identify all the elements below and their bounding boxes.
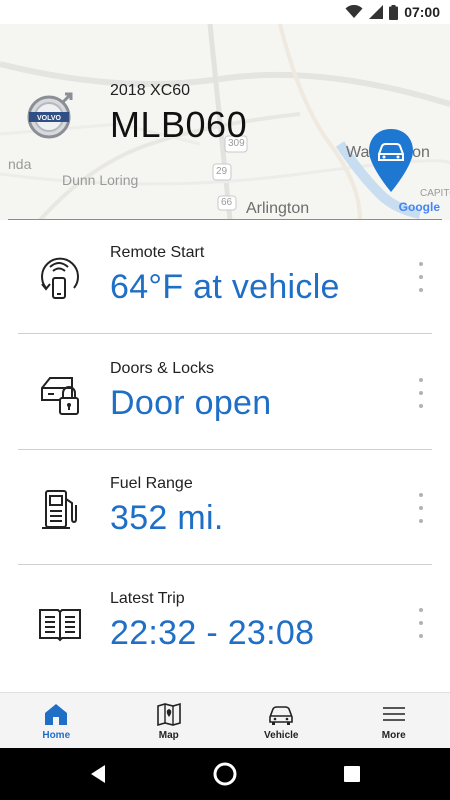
nav-map[interactable]: Map	[113, 693, 226, 748]
nav-vehicle[interactable]: Vehicle	[225, 693, 338, 748]
signal-icon	[369, 5, 384, 19]
home-icon	[45, 704, 68, 725]
map-label-capitol: CAPITO	[420, 188, 450, 199]
status-bar: 07:00	[0, 0, 450, 24]
vehicle-model: 2018 XC60	[110, 82, 191, 99]
menu-icon	[382, 707, 405, 721]
doors-locks-label: Doors & Locks	[110, 360, 215, 377]
wifi-icon	[345, 5, 363, 18]
battery-icon	[389, 4, 399, 20]
volvo-logo: VOLVO	[27, 92, 73, 139]
map-label-route-66: 66	[221, 197, 233, 208]
door-lock-icon	[41, 377, 79, 415]
doors-locks-more-button[interactable]	[414, 378, 428, 408]
fuel-range-card[interactable]: Fuel Range 352 mi.	[18, 451, 432, 565]
back-icon	[91, 765, 105, 783]
remote-start-label: Remote Start	[110, 244, 205, 261]
fuel-range-more-button[interactable]	[414, 493, 428, 523]
vehicle-location-pin-icon[interactable]	[368, 128, 414, 194]
latest-trip-more-button[interactable]	[414, 608, 428, 638]
latest-trip-card[interactable]: Latest Trip 22:32 - 23:08	[18, 566, 432, 680]
vehicle-plate: MLB060	[110, 104, 248, 145]
recents-icon	[344, 766, 360, 782]
nav-home-label: Home	[42, 730, 71, 741]
google-attribution: Google	[398, 200, 440, 214]
latest-trip-label: Latest Trip	[110, 590, 185, 607]
volvo-logo-text: VOLVO	[37, 115, 62, 122]
nav-more-label: More	[381, 730, 406, 741]
remote-start-card[interactable]: Remote Start 64°F at vehicle	[18, 220, 432, 334]
bottom-navigation: Home Map Vehicle More	[0, 692, 450, 748]
recents-button[interactable]	[338, 760, 366, 788]
map-icon	[156, 702, 181, 727]
doors-locks-card[interactable]: Doors & Locks Door open	[18, 336, 432, 450]
vehicle-header[interactable]: nda Dunn Loring Arlington Washington CAP…	[0, 24, 450, 220]
remote-start-more-button[interactable]	[414, 262, 428, 292]
back-button[interactable]	[84, 760, 112, 788]
logbook-icon	[39, 609, 81, 642]
system-navigation-bar	[0, 748, 450, 800]
remote-start-icon	[41, 257, 79, 299]
map-label-route-29: 29	[216, 166, 228, 177]
status-time: 07:00	[404, 4, 440, 20]
home-system-button[interactable]	[211, 760, 239, 788]
map-label-nda: nda	[8, 156, 32, 172]
nav-home[interactable]: Home	[0, 693, 113, 748]
latest-trip-value: 22:32 - 23:08	[110, 614, 315, 652]
map-label-arlington: Arlington	[246, 200, 310, 217]
home-circle-icon	[213, 762, 237, 786]
nav-more[interactable]: More	[338, 693, 450, 748]
remote-start-value: 64°F at vehicle	[110, 268, 340, 306]
nav-map-label: Map	[158, 730, 179, 741]
doors-locks-value: Door open	[110, 384, 272, 422]
fuel-pump-icon	[42, 490, 77, 529]
status-icons: 07:00	[345, 4, 440, 20]
nav-vehicle-label: Vehicle	[264, 730, 299, 741]
fuel-range-value: 352 mi.	[110, 499, 224, 537]
car-icon	[269, 706, 294, 725]
map-label-dunn-loring: Dunn Loring	[62, 172, 139, 188]
fuel-range-label: Fuel Range	[110, 475, 193, 492]
